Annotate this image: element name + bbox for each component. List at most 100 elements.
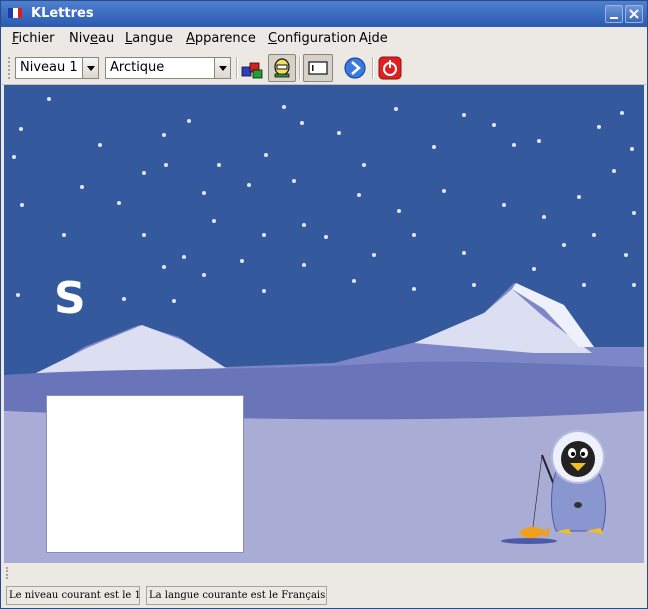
menu-apparence[interactable]: Apparence <box>186 31 256 46</box>
star-icon <box>362 163 366 167</box>
star-icon <box>492 123 496 127</box>
star-icon <box>172 299 176 303</box>
quit-icon[interactable] <box>377 55 403 81</box>
minimize-button[interactable] <box>605 5 623 23</box>
star-icon <box>202 273 206 277</box>
star-icon <box>632 211 636 215</box>
menu-mnemonic: A <box>186 31 195 46</box>
star-icon <box>502 203 506 207</box>
menubar-toggle-button[interactable] <box>303 54 333 82</box>
status-language: La langue courante est le Français <box>146 586 327 605</box>
star-icon <box>337 131 341 135</box>
title-bar[interactable]: KLettres <box>1 1 647 27</box>
star-icon <box>142 233 146 237</box>
star-icon <box>300 121 304 125</box>
star-icon <box>532 267 536 271</box>
star-icon <box>632 283 636 287</box>
star-icon <box>592 233 596 237</box>
star-icon <box>562 243 566 247</box>
star-icon <box>630 147 634 151</box>
star-icon <box>164 163 168 167</box>
toolbar-grip[interactable] <box>8 57 12 79</box>
star-icon <box>352 279 356 283</box>
star-icon <box>472 283 476 287</box>
menubar-toggle-icon <box>308 61 328 75</box>
star-icon <box>432 145 436 149</box>
star-icon <box>324 235 328 239</box>
star-icon <box>80 185 84 189</box>
grownup-toggle-button[interactable] <box>268 54 296 82</box>
star-icon <box>612 169 616 173</box>
star-icon <box>12 155 16 159</box>
star-icon <box>512 143 516 147</box>
star-icon <box>412 233 416 237</box>
star-icon <box>142 171 146 175</box>
app-flag-icon <box>8 8 22 18</box>
star-icon <box>187 119 191 123</box>
star-icon <box>262 233 266 237</box>
star-icon <box>302 223 306 227</box>
chevron-down-icon[interactable] <box>82 58 98 78</box>
menu-langue[interactable]: Langue <box>125 31 173 46</box>
star-icon <box>122 297 126 301</box>
star-icon <box>537 139 541 143</box>
chevron-down-icon[interactable] <box>214 58 230 78</box>
menu-configuration[interactable]: Configuration <box>268 31 356 46</box>
star-icon <box>47 97 51 101</box>
toolbar: Niveau 1 Arctique <box>2 51 646 85</box>
answer-input[interactable] <box>46 395 244 553</box>
menu-niveau[interactable]: Niveau <box>69 31 114 46</box>
menu-mnemonic: C <box>268 31 278 46</box>
star-icon <box>577 195 581 199</box>
star-icon <box>16 293 20 297</box>
star-icon <box>620 111 624 115</box>
star-icon <box>162 133 166 137</box>
star-icon <box>20 203 24 207</box>
star-icon <box>462 251 466 255</box>
star-icon <box>282 105 286 109</box>
toolbar-separator <box>299 57 301 79</box>
menu-fichier[interactable]: Fichier <box>12 31 55 46</box>
star-icon <box>262 289 266 293</box>
star-icon <box>217 163 221 167</box>
minimize-icon <box>610 17 618 19</box>
menu-label-pre: A <box>359 31 368 46</box>
menu-label-rest: pparence <box>194 31 256 46</box>
star-icon <box>597 125 601 129</box>
level-combo[interactable]: Niveau 1 <box>15 57 99 79</box>
star-icon <box>19 127 23 131</box>
star-icon <box>98 143 102 147</box>
panel-grip[interactable] <box>6 567 10 579</box>
menu-bar: Fichier Niveau Langue Apparence Configur… <box>2 27 646 51</box>
star-icon <box>264 153 268 157</box>
star-icon <box>412 287 416 291</box>
star-icon <box>582 283 586 287</box>
star-icon <box>624 253 628 257</box>
toolbar-separator <box>236 57 238 79</box>
star-icon <box>397 209 401 213</box>
grownup-icon <box>274 58 290 78</box>
close-icon <box>629 9 639 19</box>
close-button[interactable] <box>625 5 643 23</box>
menu-label-pre: Niv <box>69 31 91 46</box>
star-icon <box>247 183 251 187</box>
status-level: Le niveau courant est le 1 <box>6 586 140 605</box>
level-combo-value: Niveau 1 <box>20 60 78 75</box>
blocks-icon[interactable] <box>239 55 265 81</box>
menu-label-rest: de <box>371 31 388 46</box>
game-scene: S <box>4 85 644 563</box>
menu-label-rest: angue <box>132 31 173 46</box>
next-icon[interactable] <box>342 55 368 81</box>
theme-combo[interactable]: Arctique <box>105 57 231 79</box>
star-icon <box>162 265 166 269</box>
bottom-panel <box>2 563 646 583</box>
star-icon <box>357 193 361 197</box>
star-icon <box>302 263 306 267</box>
status-bar: Le niveau courant est le 1 La langue cou… <box>2 583 646 608</box>
star-icon <box>202 191 206 195</box>
menu-mnemonic: e <box>90 31 99 46</box>
letter-display: S <box>54 273 86 324</box>
application-window: KLettres Fichier Niveau Langue Apparence… <box>0 0 648 609</box>
star-icon <box>62 233 66 237</box>
menu-aide[interactable]: Aide <box>359 31 388 46</box>
